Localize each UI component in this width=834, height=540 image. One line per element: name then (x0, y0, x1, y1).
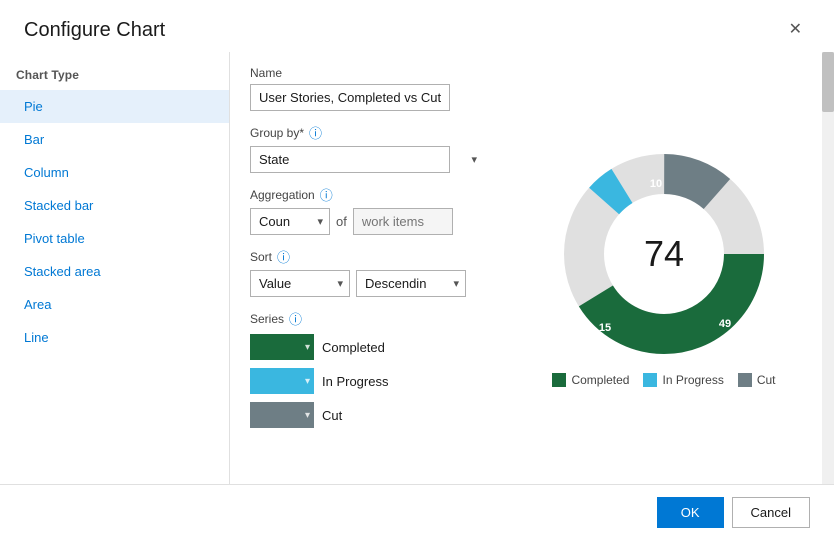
legend-label-completed: Completed (571, 373, 629, 387)
group-by-label: Group by* ⓘ (250, 123, 484, 142)
series-list: ▾ Completed ▾ In Progress ▾ (250, 334, 484, 428)
segment-label-completed: 49 (719, 318, 731, 330)
legend-item-completed: Completed (552, 373, 629, 387)
sort-value-select[interactable]: Value (250, 270, 350, 297)
sidebar-item-column[interactable]: Column (0, 156, 229, 189)
sidebar-item-pie[interactable]: Pie (0, 90, 229, 123)
scrollbar-thumb[interactable] (822, 52, 834, 112)
series-item-in-progress: ▾ In Progress (250, 368, 484, 394)
series-color-in-progress[interactable]: ▾ (250, 368, 314, 394)
of-input[interactable] (353, 208, 453, 235)
chart-preview-area: 49 15 10 74 Completed (504, 52, 834, 484)
name-input[interactable] (250, 84, 450, 111)
series-label-cut: Cut (322, 408, 342, 423)
legend-label-cut: Cut (757, 373, 776, 387)
dialog-header: Configure Chart ✕ (0, 0, 834, 52)
chart-center-value: 74 (644, 233, 684, 275)
sort-value-select-wrap: Value ▾ (250, 270, 350, 297)
series-item-cut: ▾ Cut (250, 402, 484, 428)
cancel-button[interactable]: Cancel (732, 497, 810, 528)
configure-chart-dialog: Configure Chart ✕ Chart Type Pie Bar Col… (0, 0, 834, 540)
sort-row: Value ▾ Descendin ▾ (250, 270, 484, 297)
series-color-chevron-cut: ▾ (305, 410, 310, 421)
series-color-cut[interactable]: ▾ (250, 402, 314, 428)
segment-label-cut: 10 (650, 178, 662, 190)
aggregation-label: Aggregation ⓘ (250, 185, 484, 204)
of-text: of (336, 214, 347, 229)
aggregation-select[interactable]: Coun (250, 208, 330, 235)
scrollbar-track[interactable] (822, 52, 834, 484)
chart-legend: Completed In Progress Cut (552, 373, 775, 387)
legend-item-in-progress: In Progress (643, 373, 723, 387)
legend-color-in-progress (643, 373, 657, 387)
sort-label: Sort ⓘ (250, 247, 484, 266)
group-by-chevron-icon: ▾ (471, 153, 477, 166)
group-by-select-wrap: State ▾ (250, 146, 484, 173)
series-label: Series ⓘ (250, 309, 484, 328)
sidebar-item-stacked-area[interactable]: Stacked area (0, 255, 229, 288)
aggregation-row: Coun ▾ of (250, 208, 484, 235)
legend-label-in-progress: In Progress (662, 373, 723, 387)
dialog-title: Configure Chart (24, 19, 165, 42)
group-by-info-icon[interactable]: ⓘ (309, 123, 322, 142)
sort-field-group: Sort ⓘ Value ▾ Descendin ▾ (250, 247, 484, 297)
series-field-group: Series ⓘ ▾ Completed ▾ (250, 309, 484, 428)
series-color-chevron-completed: ▾ (305, 342, 310, 353)
series-label-completed: Completed (322, 340, 385, 355)
series-label-in-progress: In Progress (322, 374, 388, 389)
sidebar-section-label: Chart Type (0, 60, 229, 90)
sidebar-item-bar[interactable]: Bar (0, 123, 229, 156)
series-info-icon[interactable]: ⓘ (289, 309, 302, 328)
group-by-field-group: Group by* ⓘ State ▾ (250, 123, 484, 173)
name-label: Name (250, 66, 484, 80)
sidebar-item-area[interactable]: Area (0, 288, 229, 321)
sort-dir-select[interactable]: Descendin (356, 270, 466, 297)
chart-container: 49 15 10 74 Completed (552, 149, 775, 387)
ok-button[interactable]: OK (657, 497, 724, 528)
chart-type-sidebar: Chart Type Pie Bar Column Stacked bar Pi… (0, 52, 230, 484)
sidebar-item-pivot-table[interactable]: Pivot table (0, 222, 229, 255)
segment-label-in-progress: 15 (599, 322, 611, 334)
series-item-completed: ▾ Completed (250, 334, 484, 360)
sidebar-item-stacked-bar[interactable]: Stacked bar (0, 189, 229, 222)
name-field-group: Name (250, 66, 484, 111)
sidebar-item-line[interactable]: Line (0, 321, 229, 354)
close-button[interactable]: ✕ (781, 18, 810, 42)
aggregation-info-icon[interactable]: ⓘ (320, 185, 333, 204)
series-color-chevron-in-progress: ▾ (305, 376, 310, 387)
series-color-completed[interactable]: ▾ (250, 334, 314, 360)
config-area: Name Group by* ⓘ State ▾ Agg (230, 52, 504, 484)
aggregation-field-group: Aggregation ⓘ Coun ▾ of (250, 185, 484, 235)
legend-color-cut (738, 373, 752, 387)
aggregation-select-wrap: Coun ▾ (250, 208, 330, 235)
sort-dir-select-wrap: Descendin ▾ (356, 270, 466, 297)
donut-chart: 49 15 10 74 (559, 149, 769, 359)
legend-item-cut: Cut (738, 373, 776, 387)
dialog-body: Chart Type Pie Bar Column Stacked bar Pi… (0, 52, 834, 484)
legend-color-completed (552, 373, 566, 387)
sort-info-icon[interactable]: ⓘ (277, 247, 290, 266)
dialog-footer: OK Cancel (0, 484, 834, 540)
group-by-select[interactable]: State (250, 146, 450, 173)
